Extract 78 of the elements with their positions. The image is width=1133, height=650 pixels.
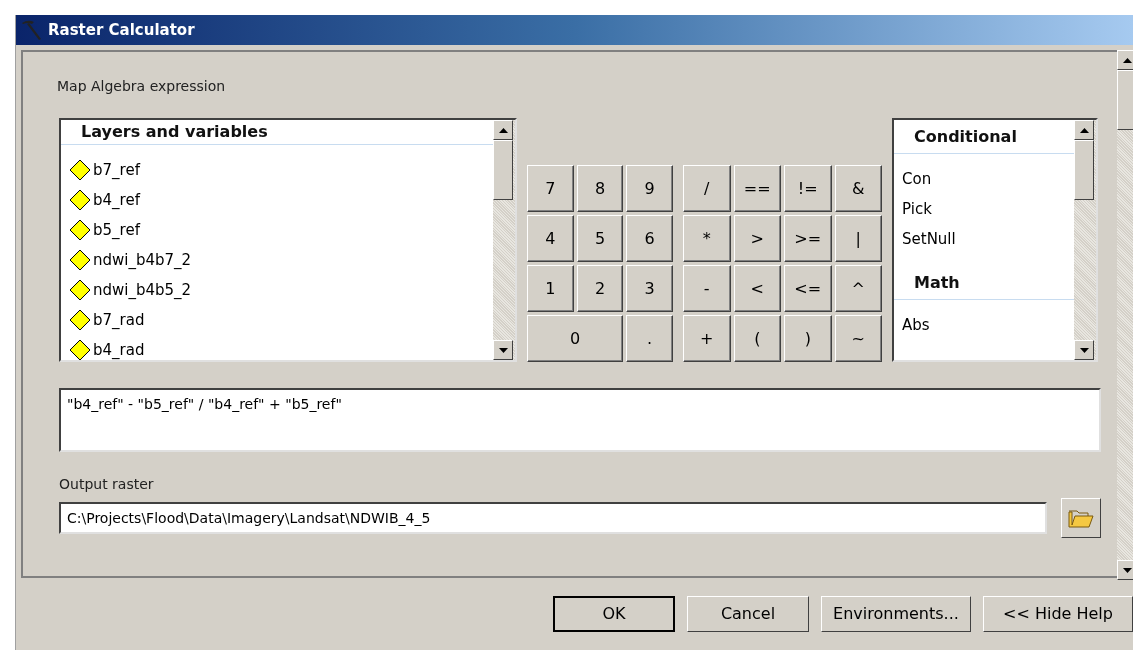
calculator-key[interactable]: * — [683, 215, 731, 262]
raster-layer-icon — [69, 249, 91, 271]
pickaxe-icon — [20, 19, 44, 41]
scroll-thumb[interactable] — [1117, 70, 1133, 130]
layer-item[interactable]: b5_ref — [69, 215, 493, 245]
raster-layer-icon — [69, 309, 91, 331]
scroll-down-button[interactable] — [1117, 560, 1133, 580]
down-arrow-icon — [1079, 347, 1089, 353]
raster-layer-icon — [69, 159, 91, 181]
raster-layer-icon — [69, 339, 91, 360]
calculator-key[interactable]: 7 — [527, 165, 574, 212]
calculator-key[interactable]: 1 — [527, 265, 574, 312]
list-heading: Layers and variables — [61, 120, 493, 145]
calculator-key[interactable]: 5 — [576, 215, 624, 262]
calculator-key[interactable]: & — [834, 165, 882, 212]
calculator-key[interactable]: - — [683, 265, 731, 312]
calculator-key[interactable]: >= — [784, 215, 832, 262]
output-label: Output raster — [59, 475, 155, 494]
down-arrow-icon — [498, 347, 508, 353]
scroll-thumb[interactable] — [1074, 140, 1094, 200]
calculator-key[interactable]: 4 — [527, 215, 574, 262]
function-item[interactable]: Pick — [902, 194, 1074, 224]
dialog-button[interactable]: Environments... — [821, 596, 971, 632]
expression-label: Map Algebra expression — [57, 77, 227, 96]
scroll-thumb[interactable] — [493, 140, 513, 200]
layers-list[interactable]: Layers and variables b7_ref b4_ref b5_ref ndwi_b4b7_2 ndwi_b4b5_2 b7_rad b4_rad — [59, 118, 517, 362]
scroll-down-button[interactable] — [1074, 340, 1094, 360]
expression-field[interactable]: "b4_ref" - "b5_ref" / "b4_ref" + "b5_ref" — [59, 388, 1101, 452]
scroll-down-button[interactable] — [493, 340, 513, 360]
scrollbar[interactable] — [1074, 120, 1096, 360]
dialog-button[interactable]: OK — [553, 596, 675, 632]
function-item[interactable]: Abs — [902, 310, 1074, 340]
calculator-key[interactable]: 3 — [626, 265, 673, 312]
dialog-button[interactable]: << Hide Help — [983, 596, 1133, 632]
calculator-key[interactable]: > — [733, 215, 781, 262]
calculator-key[interactable]: 2 — [576, 265, 624, 312]
scroll-up-button[interactable] — [493, 120, 513, 140]
calculator-key[interactable]: != — [784, 165, 832, 212]
calculator-key[interactable]: 8 — [576, 165, 624, 212]
layer-item[interactable]: b7_ref — [69, 155, 493, 185]
scroll-up-button[interactable] — [1117, 50, 1133, 70]
calculator-key[interactable]: 9 — [626, 165, 673, 212]
raster-layer-icon — [69, 219, 91, 241]
window-title: Raster Calculator — [48, 19, 195, 41]
layer-item[interactable]: b4_ref — [69, 185, 493, 215]
calculator-key[interactable]: < — [733, 265, 781, 312]
folder-icon — [1068, 507, 1094, 529]
browse-button[interactable] — [1061, 498, 1101, 538]
scrollbar[interactable] — [493, 120, 515, 360]
calculator-key[interactable]: 6 — [626, 215, 673, 262]
dialog-button[interactable]: Cancel — [687, 596, 809, 632]
calculator-key[interactable]: | — [834, 215, 882, 262]
function-item[interactable]: SetNull — [902, 224, 1074, 254]
calculator-key[interactable]: + — [683, 315, 731, 362]
calculator-key[interactable]: / — [683, 165, 731, 212]
up-arrow-icon — [498, 127, 508, 133]
calculator-key[interactable]: 0 — [527, 315, 624, 362]
layer-item[interactable]: b7_rad — [69, 305, 493, 335]
functions-list[interactable]: Conditional Con Pick SetNull Math Abs — [892, 118, 1098, 362]
calculator-key[interactable]: <= — [784, 265, 832, 312]
calculator-key[interactable]: ) — [784, 315, 832, 362]
calculator-key[interactable]: . — [626, 315, 673, 362]
down-arrow-icon — [1122, 567, 1132, 573]
calculator-key[interactable]: ~ — [834, 315, 882, 362]
layer-item[interactable]: b4_rad — [69, 335, 493, 360]
output-raster-field[interactable]: C:\Projects\Flood\Data\Imagery\Landsat\NDWIB_4_5 — [59, 502, 1047, 534]
layer-item[interactable]: ndwi_b4b5_2 — [69, 275, 493, 305]
up-arrow-icon — [1122, 57, 1132, 63]
calculator-key[interactable]: == — [733, 165, 781, 212]
raster-layer-icon — [69, 189, 91, 211]
calculator-key[interactable]: ^ — [834, 265, 882, 312]
calculator-key[interactable]: ( — [733, 315, 781, 362]
up-arrow-icon — [1079, 127, 1089, 133]
function-item[interactable]: Con — [902, 164, 1074, 194]
layer-item[interactable]: ndwi_b4b7_2 — [69, 245, 493, 275]
scroll-up-button[interactable] — [1074, 120, 1094, 140]
raster-layer-icon — [69, 279, 91, 301]
scrollbar[interactable] — [1117, 50, 1133, 580]
